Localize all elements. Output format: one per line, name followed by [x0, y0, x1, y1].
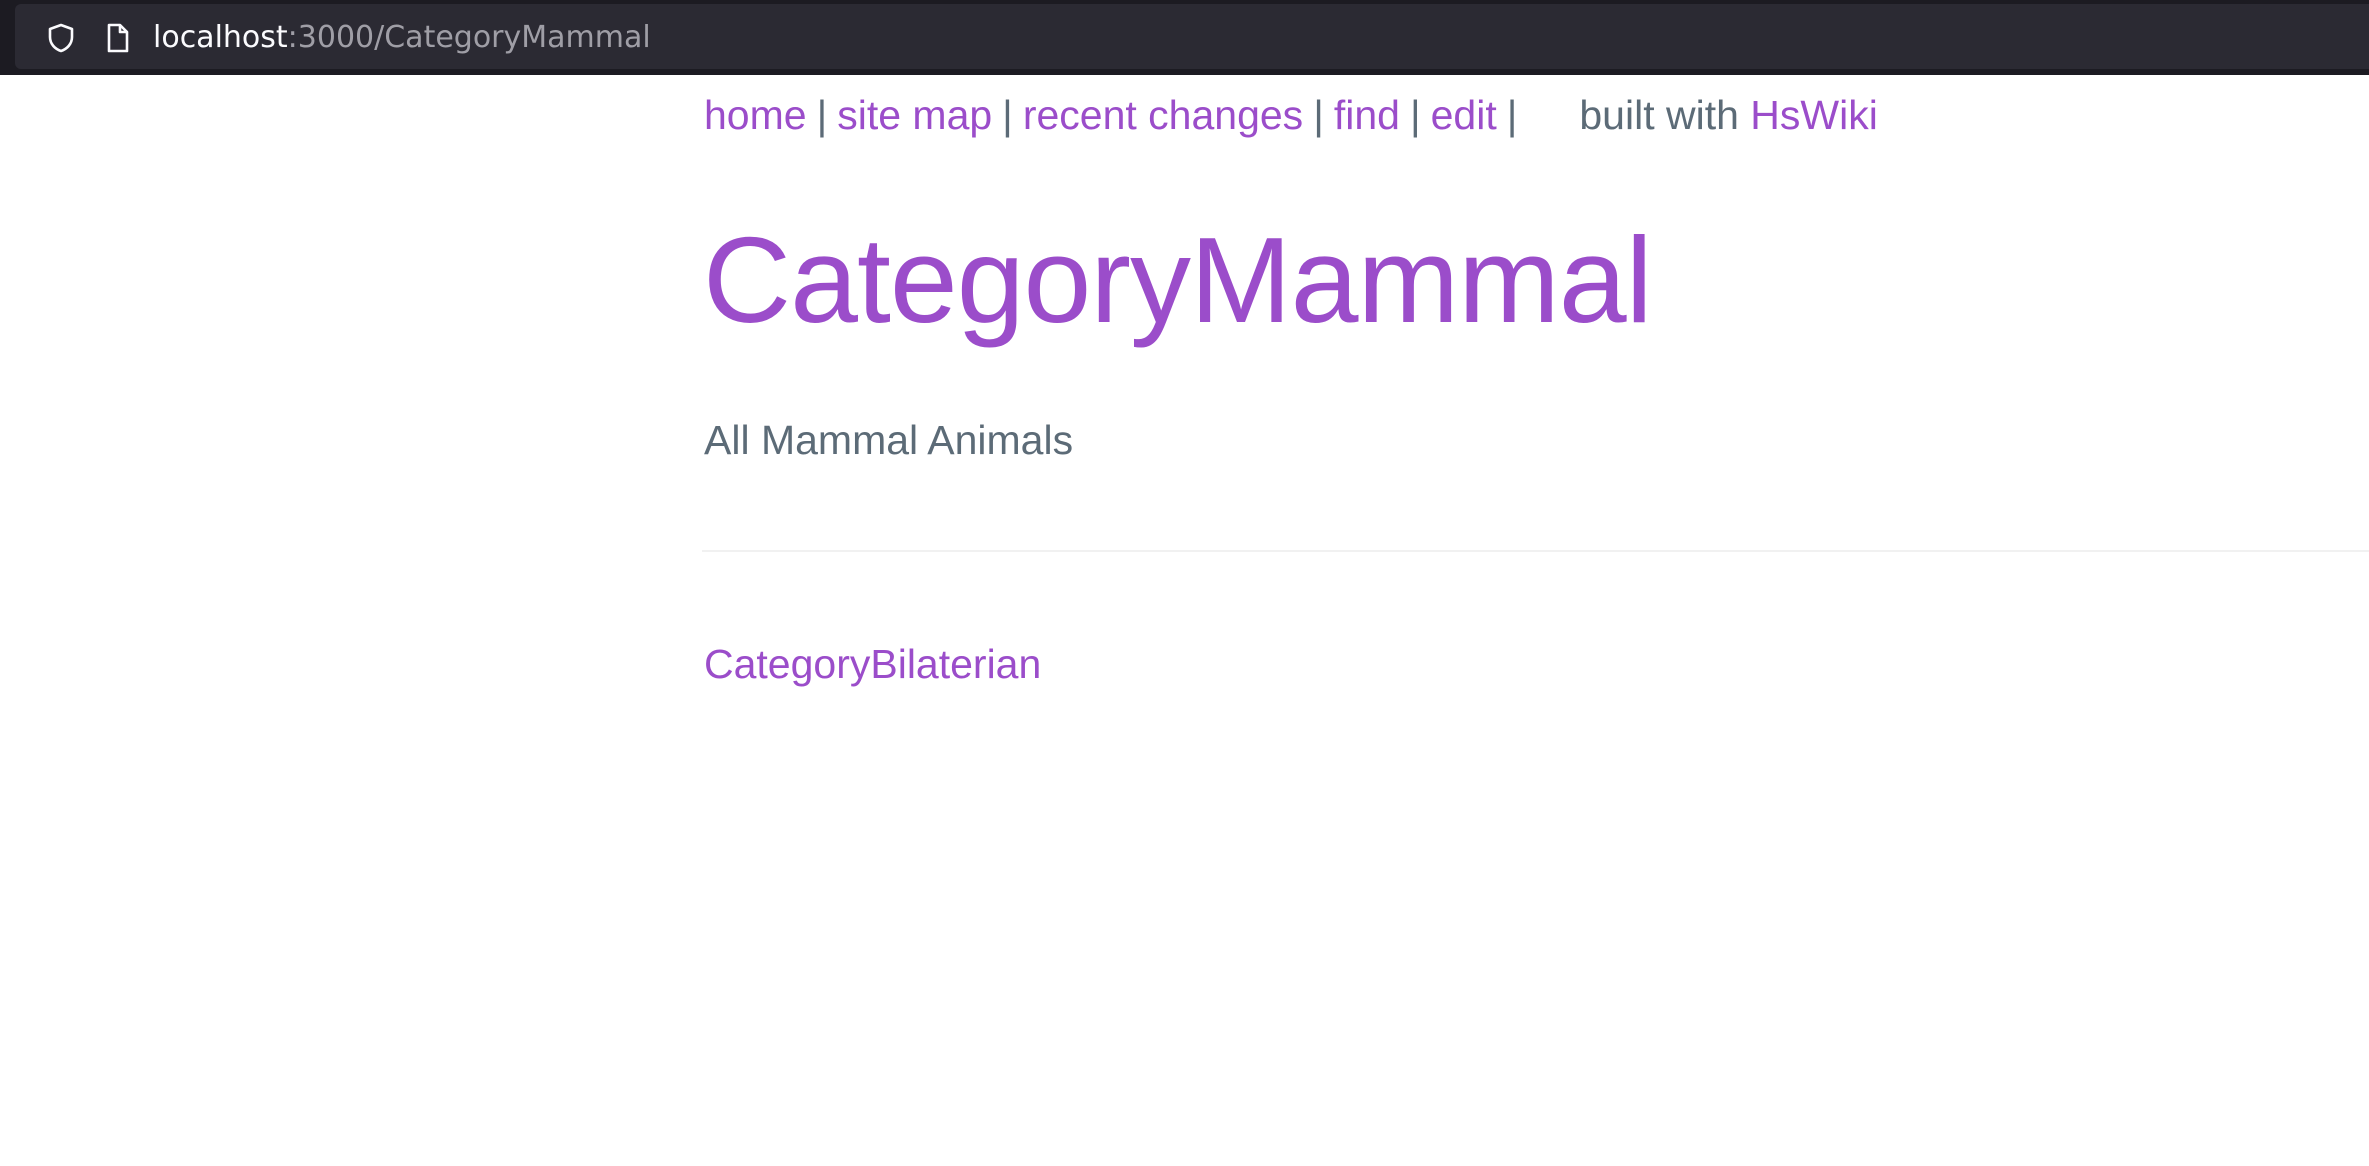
category-link-bilaterian[interactable]: CategoryBilaterian	[704, 634, 1041, 694]
browser-toolbar: localhost:3000/CategoryMammal	[0, 0, 2369, 75]
page-title: CategoryMammal	[703, 212, 1653, 348]
hswiki-link[interactable]: HsWiki	[1750, 92, 1878, 138]
url-text[interactable]: localhost:3000/CategoryMammal	[153, 18, 651, 58]
nav-link-find[interactable]: find	[1334, 92, 1400, 138]
url-host: localhost	[153, 20, 288, 55]
nav-link-site-map[interactable]: site map	[837, 92, 992, 138]
url-path: :3000/CategoryMammal	[287, 20, 651, 55]
divider	[702, 550, 2369, 552]
shield-icon[interactable]	[45, 22, 77, 54]
page-description: All Mammal Animals	[704, 417, 1074, 463]
address-bar[interactable]: localhost:3000/CategoryMammal	[15, 4, 2369, 69]
nav-separator: |	[1002, 92, 1013, 138]
top-nav: home | site map | recent changes | find | edit | b…	[704, 85, 1878, 145]
nav-separator: |	[1313, 92, 1324, 138]
nav-separator: |	[816, 92, 828, 138]
built-with-text: built with	[1579, 92, 1739, 138]
nav-separator: |	[1409, 92, 1421, 138]
nav-link-home[interactable]: home	[704, 92, 807, 138]
nav-link-recent-changes[interactable]: recent changes	[1023, 92, 1303, 138]
nav-separator: |	[1506, 92, 1518, 138]
page-icon	[107, 23, 129, 53]
nav-link-edit[interactable]: edit	[1431, 92, 1497, 138]
page-content: home | site map | recent changes | find | edit | b…	[0, 75, 2369, 1166]
